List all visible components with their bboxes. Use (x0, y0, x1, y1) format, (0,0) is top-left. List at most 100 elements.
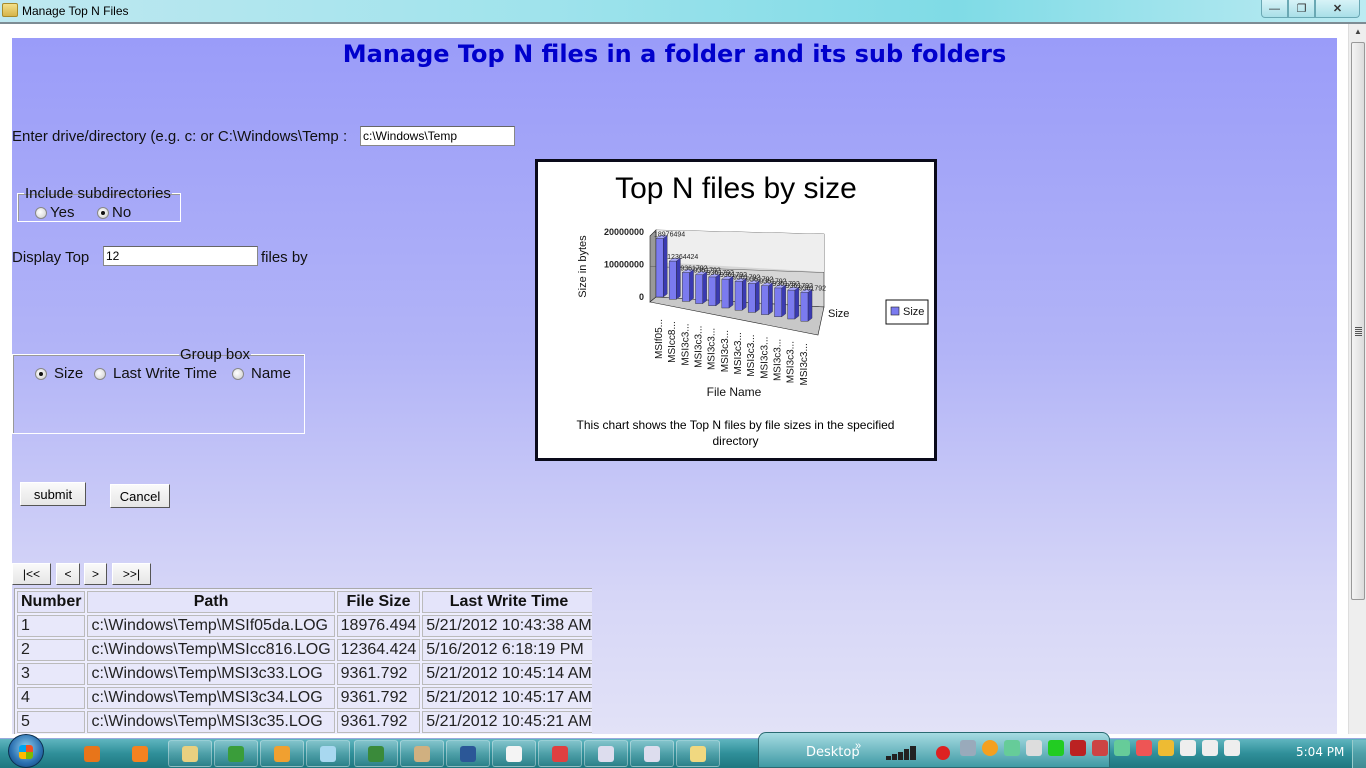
table-row[interactable]: 1 c:\Windows\Temp\MSIf05da.LOG 18976.494 5/… (17, 615, 592, 637)
taskbar-button[interactable] (214, 740, 258, 767)
restore-icon: ❐ (1296, 3, 1307, 15)
desktop-toolbar-label[interactable]: Desktop (806, 745, 860, 760)
taskbar-button[interactable] (446, 740, 490, 767)
y-tick-label: 20000000 (604, 227, 644, 237)
sort-size-option[interactable]: Size (35, 365, 83, 382)
column-header[interactable]: Last Write Time (422, 591, 592, 613)
bar (708, 276, 717, 307)
legend-swatch (890, 306, 900, 316)
windows-logo-icon (19, 745, 33, 759)
monitor-icon[interactable] (1048, 740, 1064, 756)
file-size-cell: 9361.792 (336, 711, 421, 733)
prev-page-button[interactable]: < (56, 563, 80, 585)
taskbar-button[interactable] (118, 740, 162, 767)
minimize-icon: — (1269, 2, 1280, 15)
window-titlebar: Manage Top N Files (0, 0, 1366, 22)
x-tick-label: MSI3c3... (759, 337, 770, 379)
column-header[interactable]: Path (87, 591, 335, 613)
vertical-scrollbar[interactable]: ▲ (1348, 24, 1366, 734)
close-button[interactable]: ✕ (1315, 0, 1360, 18)
taskbar-button[interactable] (400, 740, 444, 767)
clock[interactable]: 5:04 PM (1296, 745, 1344, 759)
taskbar-button[interactable] (260, 740, 304, 767)
shield-icon[interactable] (1158, 740, 1174, 756)
table-row[interactable]: 2 c:\Windows\Temp\MSIcc816.LOG 12364.424 5/… (17, 639, 592, 661)
scrollbar-thumb[interactable] (1351, 42, 1365, 600)
legend-label: Size (903, 306, 924, 318)
minimize-button[interactable]: — (1261, 0, 1288, 18)
power-icon[interactable] (1180, 740, 1196, 756)
tray-s-icon[interactable] (982, 740, 998, 756)
last-write-cell: 5/21/2012 10:45:21 AM (422, 711, 592, 733)
radio-last-write[interactable] (94, 367, 106, 380)
bar-side (663, 235, 668, 298)
top-n-input[interactable] (103, 246, 258, 266)
tray-chat2-icon[interactable] (1114, 740, 1130, 756)
start-button[interactable] (8, 734, 44, 768)
series-axis-label: Size (828, 308, 849, 320)
taskbar-button[interactable] (676, 740, 720, 767)
taskbar-button[interactable] (168, 740, 212, 767)
x-tick-label: MSI3c3... (694, 326, 705, 368)
signal-strength-icon[interactable] (884, 744, 924, 760)
taskbar-button[interactable] (630, 740, 674, 767)
chevron-icon[interactable]: » (855, 740, 861, 752)
taskbar-button[interactable] (70, 740, 114, 767)
paint-icon (414, 745, 430, 762)
network-error-icon[interactable] (1092, 740, 1108, 756)
x-tick-label: MSI3c3... (720, 330, 731, 372)
table-row[interactable]: 3 c:\Windows\Temp\MSI3c33.LOG 9361.792 5/21… (17, 663, 592, 685)
show-desktop-button[interactable] (1352, 740, 1366, 768)
number-cell: 3 (17, 663, 86, 685)
radio-yes[interactable] (35, 206, 47, 219)
table-row[interactable]: 5 c:\Windows\Temp\MSI3c35.LOG 9361.792 5/21… (17, 711, 592, 733)
first-page-button[interactable]: |<< (12, 563, 51, 585)
path-cell: c:\Windows\Temp\MSI3c35.LOG (87, 711, 335, 733)
directory-input[interactable] (360, 126, 515, 146)
radio-name[interactable] (232, 367, 244, 380)
restore-button[interactable]: ❐ (1288, 0, 1315, 18)
taskbar-button[interactable] (538, 740, 582, 767)
taskbar-button[interactable] (354, 740, 398, 767)
sort-last-write-option[interactable]: Last Write Time (94, 365, 217, 382)
bar (800, 292, 809, 322)
subdirectories-no-option[interactable]: No (97, 204, 131, 221)
firefox-icon (84, 745, 100, 762)
volume-icon[interactable] (1224, 740, 1240, 756)
file-size-cell: 18976.494 (336, 615, 421, 637)
taskbar-button[interactable] (492, 740, 536, 767)
radio-no[interactable] (97, 206, 109, 219)
tray-chat-icon[interactable] (1004, 740, 1020, 756)
blocked-icon[interactable] (1070, 740, 1086, 756)
bar (787, 289, 796, 320)
column-header[interactable]: File Size (336, 591, 421, 613)
taskbar-button[interactable] (306, 740, 350, 767)
last-page-button[interactable]: >>| (112, 563, 151, 585)
tray-app-icon[interactable] (960, 740, 976, 756)
subdirectories-yes-option[interactable]: Yes (35, 204, 74, 221)
submit-button[interactable]: submit (20, 482, 86, 506)
x-tick-label: MSI3c3... (799, 343, 810, 385)
cancel-button[interactable]: Cancel (110, 484, 170, 508)
x-tick-label: MSIf05... (654, 319, 665, 359)
system-tray (960, 740, 1240, 756)
blocked-network-icon[interactable] (936, 746, 950, 760)
radio-size[interactable] (35, 367, 47, 380)
number-cell: 5 (17, 711, 86, 733)
scroll-up-icon[interactable]: ▲ (1349, 24, 1366, 40)
lock-icon[interactable] (1026, 740, 1042, 756)
speaker-muted-icon[interactable] (1136, 740, 1152, 756)
last-write-cell: 5/21/2012 10:45:14 AM (422, 663, 592, 685)
subdirectories-legend: Include subdirectories (25, 185, 171, 202)
chart-svg: 0 10000000 20000000 Size in bytes 18976494 MS… (577, 227, 929, 399)
sort-name-option[interactable]: Name (232, 365, 291, 382)
column-header[interactable]: Number (17, 591, 86, 613)
data-label: 9361792 (799, 285, 826, 292)
x-tick-label: MSI3c3... (773, 339, 784, 381)
network-icon[interactable] (1202, 740, 1218, 756)
bar (761, 285, 769, 315)
table-row[interactable]: 4 c:\Windows\Temp\MSI3c34.LOG 9361.792 5/21… (17, 687, 592, 709)
next-page-button[interactable]: > (84, 563, 107, 585)
bar (655, 238, 664, 298)
taskbar-button[interactable] (584, 740, 628, 767)
